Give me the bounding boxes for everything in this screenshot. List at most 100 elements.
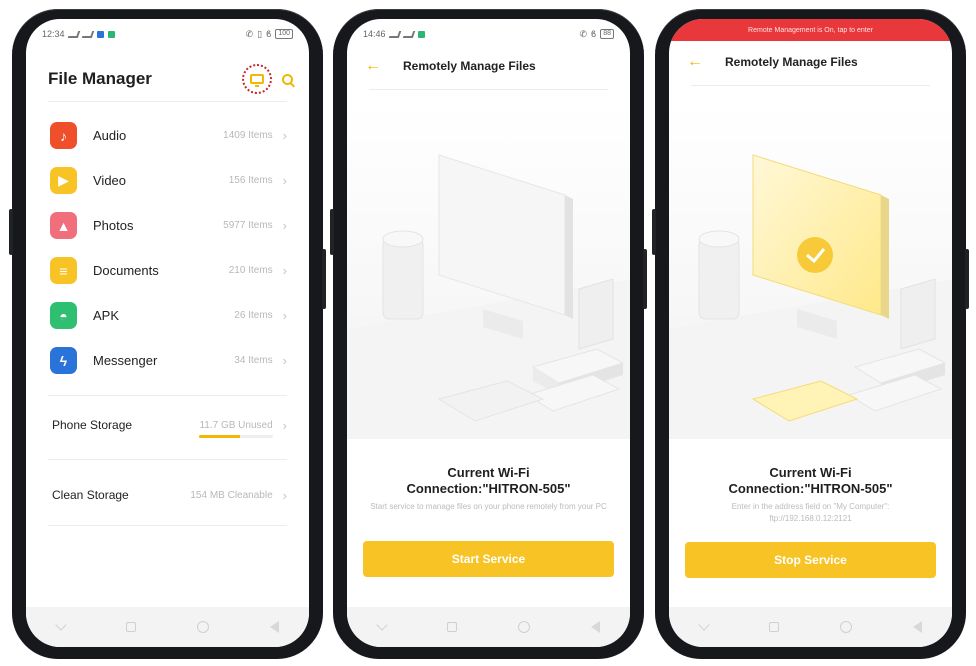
back-arrow-icon[interactable]: ← — [687, 53, 717, 71]
phone-storage-row[interactable]: Phone Storage 11.7 GB Unused › — [26, 405, 309, 445]
category-count: 1409 Items — [223, 130, 273, 141]
back-button[interactable] — [590, 621, 600, 633]
category-label: Photos — [93, 218, 134, 233]
home-button[interactable] — [839, 621, 852, 633]
photo-icon: ▲ — [50, 212, 77, 239]
battery-icon: 100 — [275, 29, 293, 39]
divider — [48, 459, 287, 460]
back-arrow-icon[interactable]: ← — [365, 57, 395, 75]
bluetooth-icon: ϐ — [266, 29, 272, 39]
stop-service-button[interactable]: Stop Service — [685, 542, 936, 578]
chevron-right-icon: › — [282, 417, 287, 433]
wifi-label: Current Wi-Fi — [769, 465, 852, 480]
wifi-network-name: Connection:"HITRON-505" — [406, 481, 571, 496]
divider — [48, 395, 287, 396]
recent-apps-button[interactable] — [768, 622, 779, 632]
chevron-right-icon: › — [282, 173, 287, 188]
wifi-connection-title: Current Wi-Fi Connection:"HITRON-505" — [685, 465, 936, 497]
signal-icon — [67, 30, 80, 38]
address-instruction: Enter in the address field on "My Comput… — [731, 502, 890, 511]
category-row-video[interactable]: ▶ Video 156 Items › — [26, 158, 309, 203]
call-icon: ✆ — [245, 28, 254, 39]
page-title: Remotely Manage Files — [725, 55, 858, 69]
call-icon: ✆ — [579, 28, 588, 39]
chevron-down-icon[interactable] — [54, 619, 67, 631]
app-notification-icon — [417, 30, 425, 38]
phone-storage-value: 11.7 GB Unused — [199, 419, 273, 431]
play-icon: ▶ — [50, 167, 77, 194]
category-row-apk[interactable]: ◓ APK 26 Items › — [26, 293, 309, 338]
remote-illustration-active — [669, 99, 952, 439]
category-row-photos[interactable]: ▲ Photos 5977 Items › — [26, 203, 309, 248]
back-button[interactable] — [912, 621, 922, 633]
category-count: 34 Items — [234, 355, 273, 366]
category-row-messenger[interactable]: ϟ Messenger 34 Items › — [26, 338, 309, 383]
phone-remote-running: Remote Management is On, tap to enter ← … — [652, 9, 969, 659]
messenger-icon: ϟ — [50, 347, 77, 374]
battery-icon: 88 — [600, 29, 614, 39]
category-label: Video — [93, 173, 127, 188]
page-title: File Manager — [48, 69, 152, 88]
chevron-down-icon[interactable] — [697, 619, 710, 631]
vibrate-icon: ▯ — [257, 28, 263, 39]
signal-icon — [388, 30, 401, 38]
volume-button — [330, 209, 334, 255]
category-label: Audio — [93, 128, 127, 143]
signal-icon — [81, 30, 94, 38]
volume-button — [9, 209, 13, 255]
phone-remote-start: 14:46 ✆ ϐ 88 ← Remotely Manage Files Cur… — [330, 9, 647, 659]
clean-storage-row[interactable]: Clean Storage 154 MB Cleanable › — [26, 475, 309, 515]
category-count: 210 Items — [228, 265, 273, 276]
recent-apps-button[interactable] — [125, 622, 136, 632]
screen: 14:46 ✆ ϐ 88 ← Remotely Manage Files Cur… — [347, 19, 630, 647]
navigation-bar — [347, 607, 630, 647]
screen: Remote Management is On, tap to enter ← … — [669, 19, 952, 647]
remote-status-banner[interactable]: Remote Management is On, tap to enter — [669, 19, 952, 41]
clean-storage-label: Clean Storage — [52, 488, 129, 502]
chevron-right-icon: › — [282, 353, 287, 368]
chevron-right-icon: › — [282, 128, 287, 143]
wifi-label: Current Wi-Fi — [447, 465, 530, 480]
category-count: 5977 Items — [223, 220, 273, 231]
storage-usage-fill — [199, 434, 240, 438]
storage-usage-bar — [199, 434, 273, 438]
check-circle-icon — [797, 237, 833, 273]
screen: 12:34 ✆ ▯ ϐ 100 File Manager ♪ Audio 140… — [26, 19, 309, 647]
category-count: 26 Items — [234, 310, 273, 321]
chevron-right-icon: › — [282, 263, 287, 278]
wifi-network-name: Connection:"HITRON-505" — [728, 481, 893, 496]
phone-storage-label: Phone Storage — [52, 418, 133, 432]
app-notification-icon — [107, 30, 115, 38]
ftp-address: ftp://192.168.0.12:2121 — [769, 514, 852, 523]
navigation-bar — [26, 607, 309, 647]
divider — [48, 525, 287, 526]
wifi-connection-title: Current Wi-Fi Connection:"HITRON-505" — [363, 465, 614, 497]
screenshot-stage: 12:34 ✆ ▯ ϐ 100 File Manager ♪ Audio 140… — [0, 0, 976, 666]
wifi-icon — [402, 30, 415, 38]
search-icon[interactable] — [282, 73, 293, 85]
chevron-right-icon: › — [282, 308, 287, 323]
chevron-down-icon[interactable] — [375, 619, 388, 631]
app-notification-icon — [96, 30, 104, 38]
document-icon: ≡ — [50, 257, 77, 284]
home-button[interactable] — [196, 621, 209, 633]
navigation-bar — [669, 607, 952, 647]
back-button[interactable] — [269, 621, 279, 633]
category-row-audio[interactable]: ♪ Audio 1409 Items › — [26, 113, 309, 158]
recent-apps-button[interactable] — [446, 622, 457, 632]
power-button — [322, 249, 326, 309]
service-hint: Start service to manage files on your ph… — [370, 502, 607, 511]
divider — [691, 85, 930, 86]
power-button — [965, 249, 969, 309]
status-bar: 12:34 ✆ ▯ ϐ 100 — [26, 19, 309, 49]
category-label: Messenger — [93, 353, 158, 368]
power-button — [643, 249, 647, 309]
home-button[interactable] — [517, 621, 530, 633]
android-icon: ◓ — [50, 302, 77, 329]
remote-manage-button[interactable] — [242, 64, 272, 94]
clean-storage-value: 154 MB Cleanable — [190, 489, 273, 501]
category-row-documents[interactable]: ≡ Documents 210 Items › — [26, 248, 309, 293]
start-service-button[interactable]: Start Service — [363, 541, 614, 577]
category-list: ♪ Audio 1409 Items › ▶ Video 156 Items › ▲ Photos… — [26, 113, 309, 383]
category-label: APK — [93, 308, 120, 323]
